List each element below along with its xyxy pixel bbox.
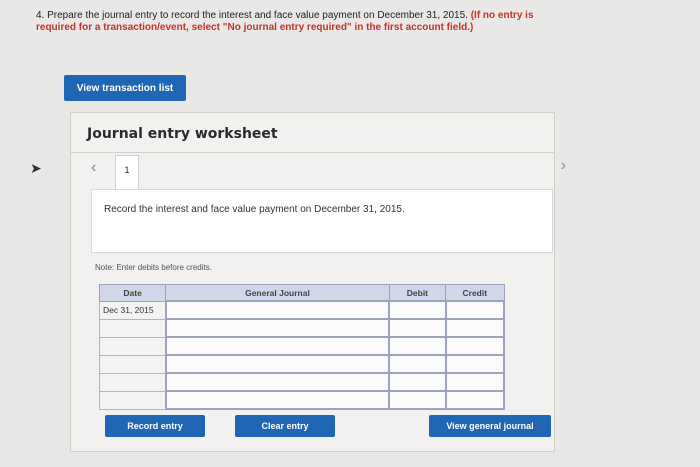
debit-field[interactable] [388,300,447,320]
transaction-description-box: Record the interest and face value payme… [91,189,553,253]
credit-field[interactable] [444,336,506,356]
credit-field[interactable] [444,390,506,410]
table-row [98,336,506,356]
record-entry-button[interactable]: Record entry [105,415,205,437]
credit-field[interactable] [444,300,506,320]
column-header-date: Date [98,284,167,302]
column-header-general-journal: General Journal [165,284,390,302]
entry-tab-1[interactable]: 1 [115,155,139,192]
journal-entry-worksheet: Journal entry worksheet ‹ 1 › Record the… [70,112,566,452]
transaction-description: Record the interest and face value payme… [104,204,405,215]
account-field[interactable] [164,390,391,410]
clear-entry-button[interactable]: Clear entry [235,415,335,437]
date-cell [98,354,167,374]
debit-field[interactable] [388,354,447,374]
view-transaction-list-button[interactable]: View transaction list [64,75,186,101]
debit-field[interactable] [388,336,447,356]
worksheet-title: Journal entry worksheet [87,126,278,142]
entry-note: Note: Enter debits before credits. [95,263,212,272]
table-row: Dec 31, 2015 [98,300,506,320]
debit-field[interactable] [388,318,447,338]
question-block: 4. Prepare the journal entry to record t… [36,10,536,34]
column-header-debit: Debit [388,284,447,302]
view-general-journal-button[interactable]: View general journal [429,415,551,437]
credit-field[interactable] [444,354,506,374]
journal-entry-table: Date General Journal Debit Credit Dec 31… [98,284,506,410]
table-row [98,372,506,392]
account-field[interactable] [164,354,391,374]
debit-field[interactable] [388,372,447,392]
date-cell[interactable]: Dec 31, 2015 [98,300,167,320]
question-text: Prepare the journal entry to record the … [47,10,468,21]
column-header-credit: Credit [445,284,505,302]
account-field[interactable] [164,372,391,392]
date-cell [98,372,167,392]
debit-field[interactable] [388,390,447,410]
account-field[interactable] [164,300,391,320]
title-divider [71,152,554,153]
table-row [98,354,506,374]
account-field[interactable] [164,318,391,338]
date-cell [98,390,167,410]
mouse-cursor-icon: ➤ [30,160,42,176]
table-row [98,318,506,338]
credit-field[interactable] [444,372,506,392]
question-number: 4. [36,10,45,21]
credit-field[interactable] [444,318,506,338]
table-row [98,390,506,410]
account-field[interactable] [164,336,391,356]
date-cell [98,336,167,356]
date-cell [98,318,167,338]
chevron-left-icon[interactable]: ‹ [91,159,96,177]
chevron-right-icon[interactable]: › [561,157,566,175]
